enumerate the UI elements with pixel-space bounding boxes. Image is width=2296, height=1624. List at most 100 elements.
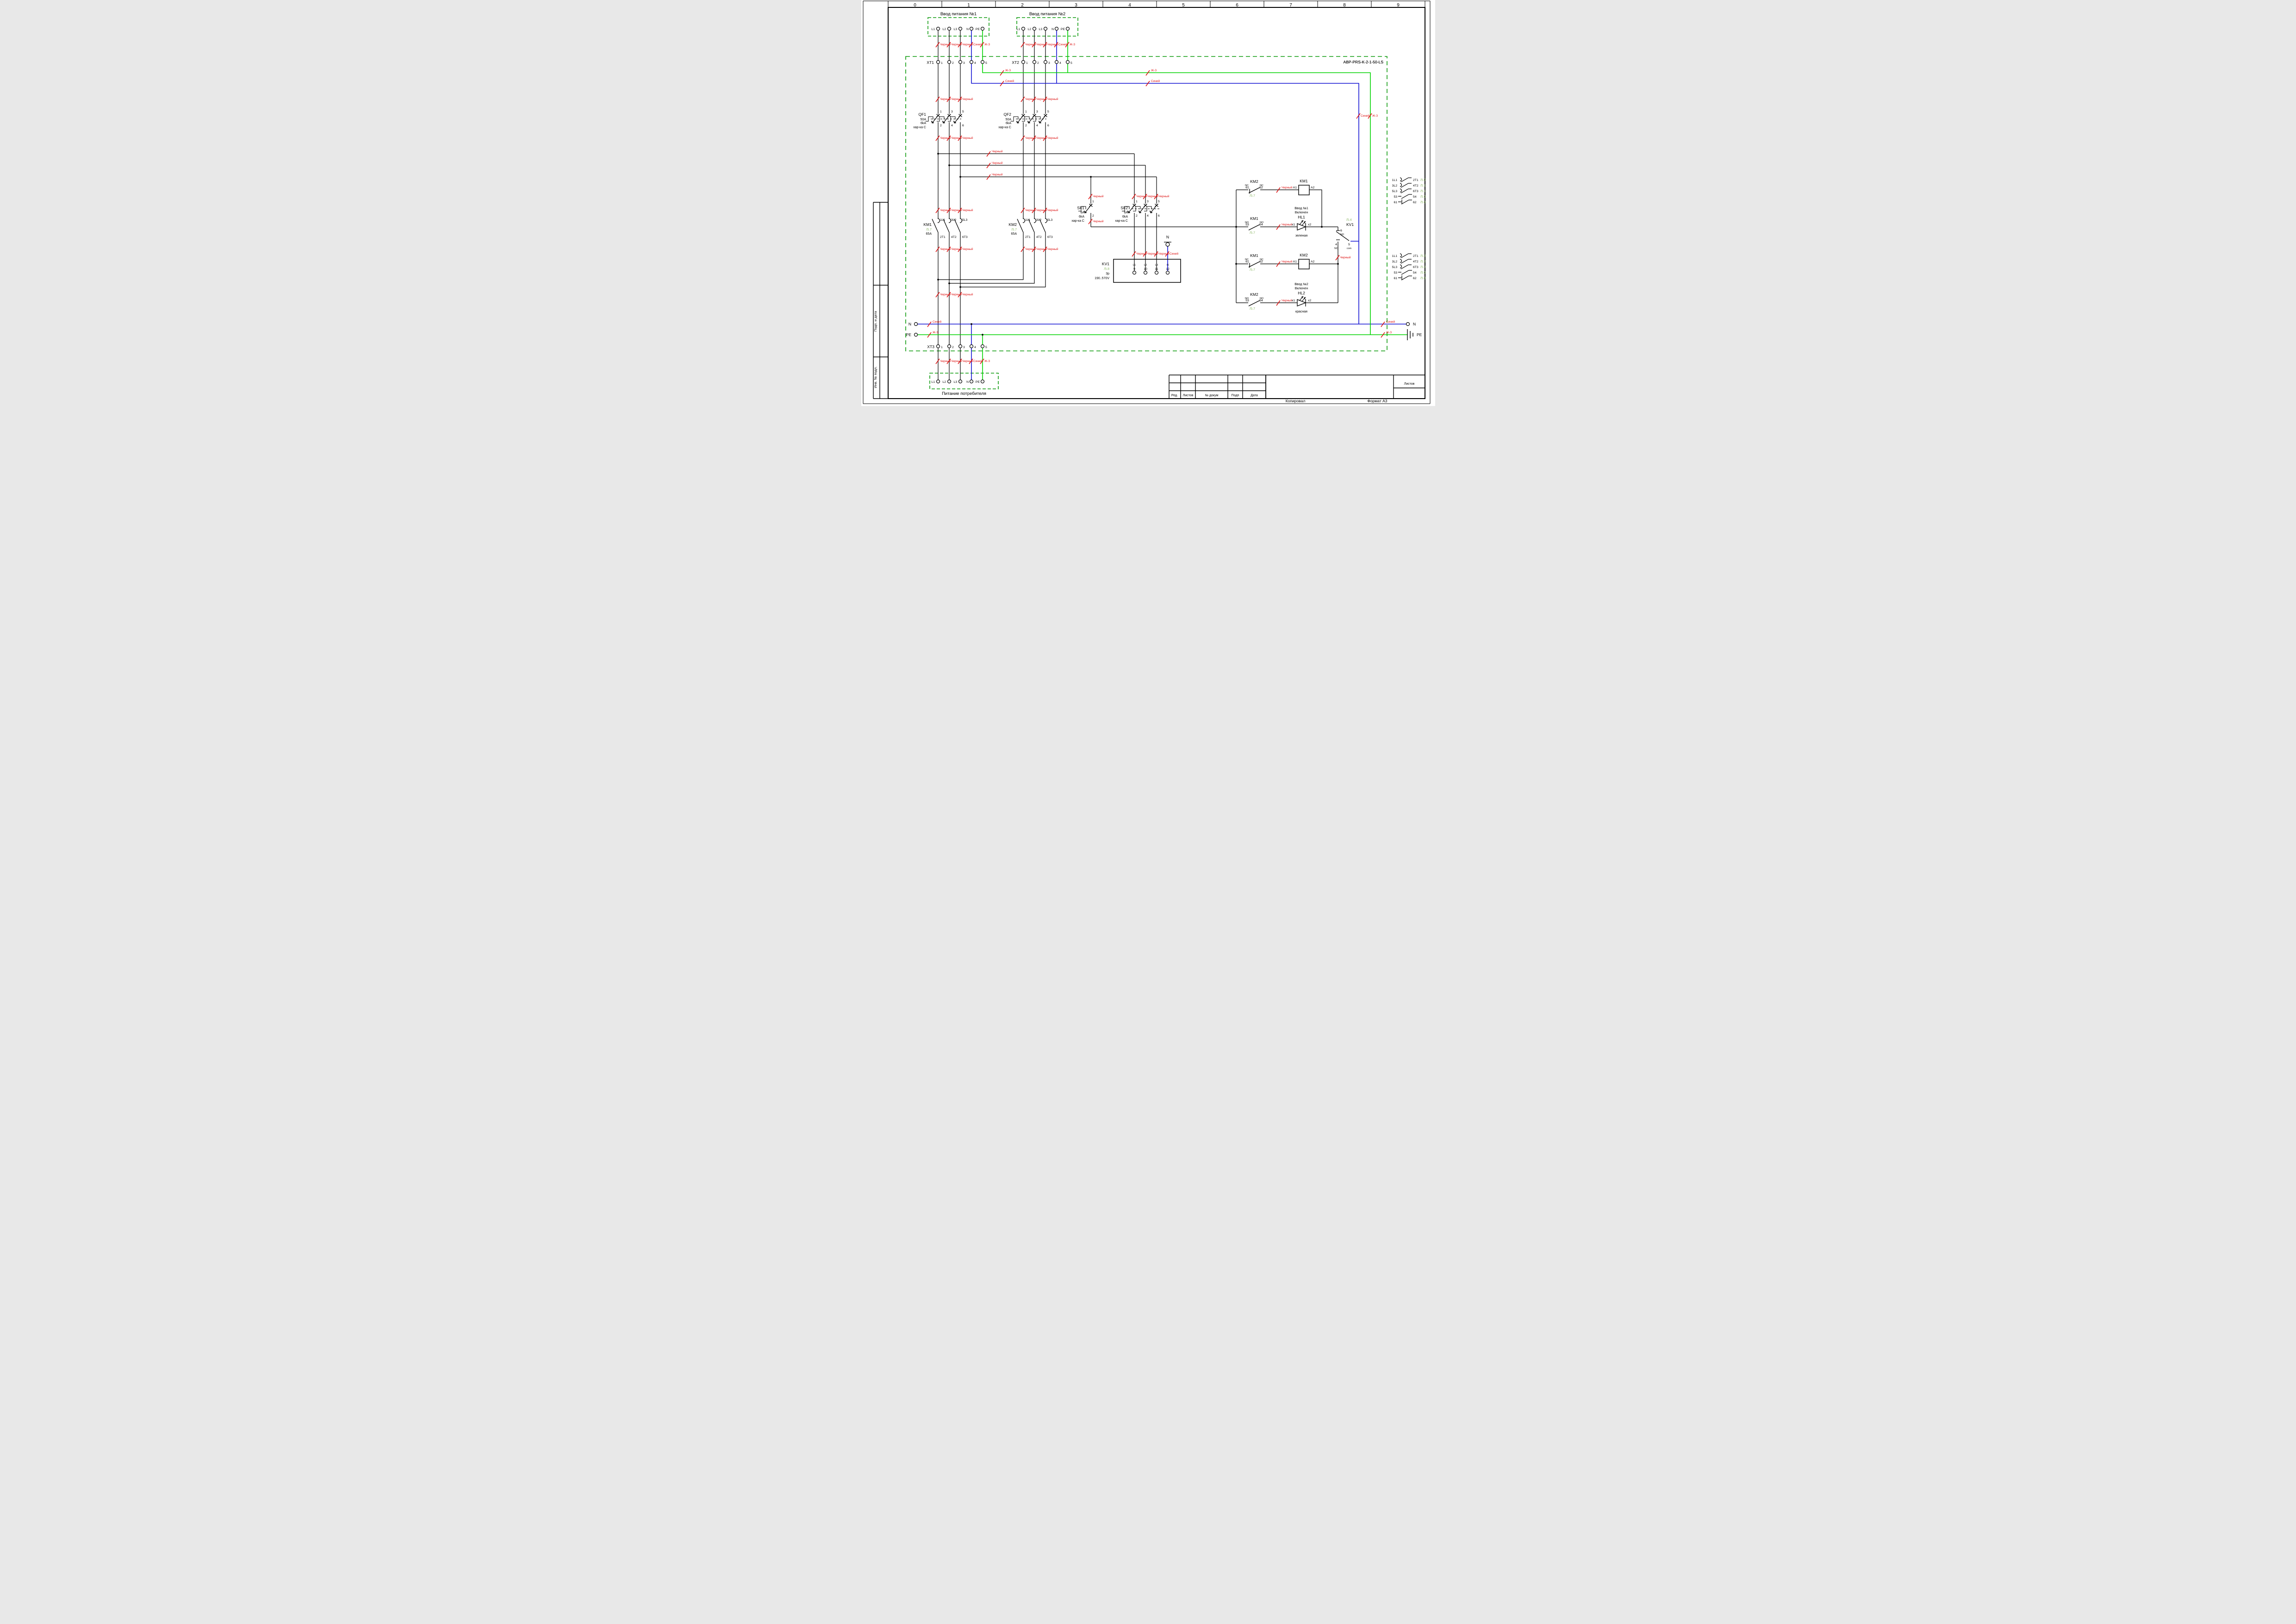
- schematic-label: 11: [1155, 268, 1158, 271]
- schematic-label: KM1: [1250, 253, 1258, 258]
- schematic-label: 2: [1136, 214, 1138, 218]
- terminal: [936, 344, 940, 349]
- wire-color-label: Синий: [1361, 114, 1370, 118]
- wire-color-label: Черный: [1340, 256, 1351, 259]
- wire-color-label: Ж-З: [984, 43, 990, 46]
- terminal: [1143, 270, 1147, 275]
- wire-color-label: Черный: [1282, 223, 1293, 226]
- schematic-label: 61: [1245, 186, 1249, 189]
- xref-contact-symbol: [1400, 188, 1408, 194]
- terminal: [1132, 270, 1136, 275]
- schematic-label: 6kA: [1005, 122, 1011, 125]
- wire-color-slash: [935, 246, 940, 252]
- schematic-label: 5: [962, 110, 964, 113]
- wire-color-label: Черный: [992, 173, 1003, 176]
- schematic-label: KM1: [1250, 216, 1258, 221]
- wire-color-label: Черный: [1047, 136, 1058, 140]
- xref-left-terminal: 61: [1394, 277, 1397, 280]
- schematic-label: 6: [1047, 124, 1049, 127]
- contactor-pole-arc: [1033, 218, 1036, 223]
- footer-copied-label: Копировал: [1285, 399, 1305, 403]
- schematic-label: 62: [1259, 260, 1263, 263]
- schematic-label: HL2: [1298, 291, 1305, 295]
- terminal: [958, 379, 962, 384]
- titleblock-header: Листов: [1182, 394, 1193, 397]
- schematic-label: 53: [1245, 299, 1249, 302]
- terminal: [980, 344, 984, 349]
- schematic-label: KM1: [1300, 179, 1308, 183]
- junction-dot: [1235, 226, 1237, 228]
- terminal: [969, 60, 973, 64]
- schematic-label: 5L3: [962, 219, 968, 222]
- xref-contact-symbol: [1400, 264, 1402, 269]
- terminal: [1054, 60, 1058, 64]
- terminal: [947, 344, 951, 349]
- schematic-label: 5: [985, 62, 987, 65]
- schematic-label: KM2: [1250, 179, 1258, 184]
- schematic-label: 6kA: [1122, 215, 1127, 219]
- schematic-label: 65A: [1011, 232, 1017, 236]
- xref-sheet-reference: /5.6: [1420, 195, 1426, 199]
- xref-left-terminal: 5L3: [1392, 190, 1397, 193]
- schematic-label: Питание потребителя: [942, 391, 986, 396]
- schematic-label: x2: [1308, 299, 1311, 302]
- schematic-label: хар-ка C: [998, 126, 1011, 129]
- schematic-label: PE: [975, 28, 980, 31]
- terminal: [1032, 60, 1036, 64]
- schematic-label: /5.7: [1250, 194, 1255, 198]
- junction-dot: [937, 153, 939, 155]
- wire-black: [949, 232, 1035, 284]
- schematic-label: A2: [1311, 186, 1315, 189]
- aux-contact-nc-blade: [1248, 261, 1260, 268]
- xref-contact-symbol: [1400, 259, 1402, 263]
- junction-dot: [959, 286, 961, 288]
- indicator-lamp-arrow: [1299, 220, 1303, 225]
- wire-color-label: Ж-З: [1070, 43, 1075, 46]
- schematic-label: KV1: [1346, 222, 1354, 227]
- terminal: [1165, 270, 1170, 275]
- schematic-label: KM2: [1300, 253, 1308, 257]
- schematic-label: L3: [1155, 264, 1158, 267]
- schematic-label: A2: [1311, 260, 1315, 263]
- terminal: [969, 344, 973, 349]
- schematic-label: хар-ка C: [913, 126, 926, 129]
- xref-contact-symbol: [1401, 200, 1409, 205]
- schematic-label: /5.4: [1346, 219, 1352, 222]
- schematic-label: L3: [1039, 28, 1042, 31]
- terminal: [980, 379, 984, 384]
- schematic-label: /5.7: [1250, 231, 1255, 235]
- wire-color-slash: [935, 292, 940, 298]
- schematic-label: 50A: [1005, 118, 1011, 121]
- schematic-label: Включен: [1294, 287, 1308, 290]
- aux-contact-no-blade: [1248, 224, 1260, 231]
- schematic-label: L3: [953, 28, 957, 31]
- terminal: [1021, 26, 1025, 31]
- schematic-label: HL1: [1298, 215, 1305, 219]
- aux-contact-no-blade: [1248, 300, 1260, 306]
- xref-left-terminal: 53: [1394, 271, 1397, 275]
- schematic-label: A1: [1293, 260, 1297, 263]
- xref-contact-symbol: [1400, 177, 1402, 181]
- wire-color-label: Черный: [1282, 186, 1293, 189]
- terminal: [1406, 322, 1410, 326]
- xref-left-terminal: 1L1: [1392, 255, 1397, 258]
- wire-color-slash: [1020, 135, 1025, 141]
- terminal: [1054, 26, 1058, 31]
- xref-contact-symbol: [1400, 264, 1408, 269]
- schematic-label: KM2: [1250, 292, 1258, 297]
- schematic-label: 1: [1136, 200, 1138, 203]
- schematic-label: x1: [1291, 223, 1294, 226]
- schematic-label: 5: [1070, 62, 1072, 65]
- schematic-label: 2: [1037, 62, 1039, 65]
- schematic-label: 3: [1048, 62, 1050, 65]
- wire-color-slash: [1088, 219, 1093, 225]
- wire-color-slash: [935, 207, 940, 213]
- xref-sheet-reference: /5.1: [1420, 190, 1426, 193]
- schematic-label: 4: [1335, 243, 1337, 246]
- schematic-label: 2T1: [1025, 236, 1031, 239]
- terminal: [947, 379, 951, 384]
- schematic-label: 54: [1259, 299, 1263, 302]
- wire-color-slash: [1131, 251, 1136, 257]
- schematic-label: L2: [1027, 28, 1031, 31]
- schematic-label: 4: [974, 62, 976, 65]
